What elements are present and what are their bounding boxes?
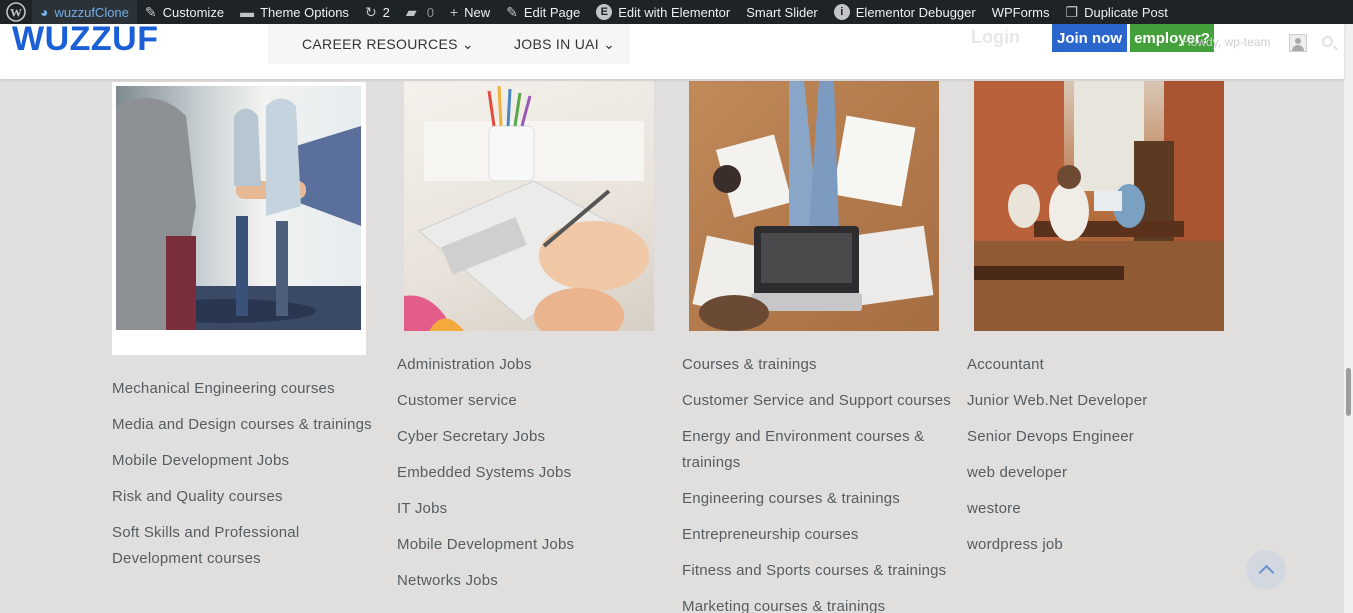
- edit-page-label: Edit Page: [523, 4, 581, 20]
- chevron-down-icon: ⌄: [461, 35, 474, 52]
- login-link[interactable]: Login: [971, 27, 1020, 48]
- svg-text:W: W: [10, 6, 22, 20]
- elementor-icon: E: [596, 4, 613, 20]
- list-item[interactable]: Mobile Development Jobs: [112, 448, 387, 474]
- pencil-icon: ✎: [506, 3, 518, 20]
- list-item[interactable]: wordpress job: [967, 532, 1227, 558]
- wordpress-logo-icon[interactable]: W: [0, 0, 32, 24]
- list-item[interactable]: Engineering courses & trainings: [682, 486, 952, 512]
- folder-icon: ▬: [240, 4, 255, 20]
- edit-elementor-link[interactable]: E Edit with Elementor: [588, 0, 738, 24]
- chevron-up-icon: [1258, 564, 1274, 581]
- theme-options-label: Theme Options: [260, 4, 349, 20]
- list-item[interactable]: Customer service: [397, 388, 667, 414]
- list-item[interactable]: Risk and Quality courses: [112, 484, 387, 510]
- nav-jobs-in-uai[interactable]: JOBS IN UAI ⌄: [514, 36, 615, 53]
- join-now-button[interactable]: Join now: [1052, 24, 1127, 52]
- nav-career-resources-label: CAREER RESOURCES: [302, 35, 458, 52]
- wpforms-label: WPForms: [991, 4, 1050, 20]
- plus-icon: +: [449, 4, 459, 20]
- list-item[interactable]: Senior Devops Engineer: [967, 424, 1227, 450]
- search-icon[interactable]: [1322, 36, 1333, 47]
- comment-icon: ▰: [405, 3, 417, 20]
- list-item[interactable]: Accountant: [967, 352, 1227, 378]
- smart-slider-label: Smart Slider: [746, 4, 818, 20]
- list-item[interactable]: Customer Service and Support courses: [682, 388, 952, 414]
- office-meeting-image: [974, 81, 1224, 331]
- list-item[interactable]: Marketing courses & trainings: [682, 594, 952, 613]
- comments-link[interactable]: ▰ 0: [398, 0, 442, 24]
- updates-link[interactable]: ↻ 2: [357, 0, 398, 24]
- designer-tablet-image: [404, 81, 654, 331]
- info-icon: i: [833, 4, 850, 20]
- list-item[interactable]: Courses & trainings: [682, 352, 952, 378]
- site-name-label: wuzzufClone: [54, 4, 129, 20]
- wpforms-link[interactable]: WPForms: [984, 0, 1058, 24]
- category-column-1: Mechanical Engineering courses Media and…: [112, 376, 387, 582]
- nav-career-resources[interactable]: CAREER RESOURCES ⌄: [302, 36, 474, 53]
- updates-count: 2: [382, 4, 390, 20]
- site-name-link[interactable]: ◕ wuzzufClone: [32, 0, 137, 24]
- updates-icon: ↻: [364, 3, 377, 20]
- list-item[interactable]: Cyber Secretary Jobs: [397, 424, 667, 450]
- edit-page-link[interactable]: ✎ Edit Page: [498, 0, 588, 24]
- list-item[interactable]: Fitness and Sports courses & trainings: [682, 558, 952, 584]
- duplicate-post-link[interactable]: ❐ Duplicate Post: [1058, 0, 1176, 24]
- list-item[interactable]: westore: [967, 496, 1227, 522]
- laptop-workspace-image: [689, 81, 939, 331]
- customize-label: Customize: [162, 4, 225, 20]
- smart-slider-link[interactable]: Smart Slider: [738, 0, 826, 24]
- list-item[interactable]: web developer: [967, 460, 1227, 486]
- list-item[interactable]: Energy and Environment courses & trainin…: [682, 424, 932, 476]
- list-item[interactable]: IT Jobs: [397, 496, 667, 522]
- list-item[interactable]: Mechanical Engineering courses: [112, 376, 387, 402]
- edit-elementor-label: Edit with Elementor: [618, 4, 731, 20]
- chevron-down-icon: ⌄: [603, 35, 616, 52]
- page-scrollbar[interactable]: [1344, 24, 1353, 613]
- customize-link[interactable]: ✎ Customize: [137, 0, 232, 24]
- list-item[interactable]: Embedded Systems Jobs: [397, 460, 667, 486]
- list-item[interactable]: Entrepreneurship courses: [682, 522, 952, 548]
- wp-admin-bar: W ◕ wuzzufClone ✎ Customize ▬ Theme Options…: [0, 0, 1353, 24]
- list-item[interactable]: Administration Jobs: [397, 352, 667, 378]
- comments-count: 0: [426, 4, 434, 20]
- category-column-3: Courses & trainings Customer Service and…: [682, 352, 952, 613]
- list-item[interactable]: Junior Web.Net Developer: [967, 388, 1227, 414]
- category-column-4: Accountant Junior Web.Net Developer Seni…: [967, 352, 1227, 568]
- elementor-debugger-link[interactable]: i Elementor Debugger: [826, 0, 984, 24]
- main-nav: CAREER RESOURCES ⌄ JOBS IN UAI ⌄: [268, 24, 630, 64]
- duplicate-post-label: Duplicate Post: [1084, 4, 1168, 20]
- dashboard-icon: ◕: [40, 4, 49, 20]
- new-label: New: [464, 4, 491, 20]
- scrollbar-thumb[interactable]: [1346, 368, 1351, 416]
- new-content-link[interactable]: + New: [442, 0, 498, 24]
- theme-options-link[interactable]: ▬ Theme Options: [232, 0, 357, 24]
- elementor-debugger-label: Elementor Debugger: [855, 4, 976, 20]
- nav-jobs-in-uai-label: JOBS IN UAI: [513, 35, 599, 52]
- site-header: WUZZUF CAREER RESOURCES ⌄ JOBS IN UAI ⌄ …: [0, 20, 1344, 79]
- scroll-to-top-button[interactable]: [1246, 550, 1286, 590]
- list-item[interactable]: Soft Skills and Professional Development…: [112, 520, 322, 572]
- list-item[interactable]: Mobile Development Jobs: [397, 532, 667, 558]
- list-item[interactable]: Networks Jobs: [397, 568, 667, 594]
- brush-icon: ✎: [144, 3, 157, 20]
- site-logo[interactable]: WUZZUF: [12, 20, 159, 59]
- category-column-2: Administration Jobs Customer service Cyb…: [397, 352, 667, 604]
- handshake-image: [116, 86, 361, 330]
- avatar[interactable]: [1289, 34, 1307, 52]
- howdy-text[interactable]: Howdy, wp-team: [1182, 35, 1270, 49]
- list-item[interactable]: Media and Design courses & trainings: [112, 412, 387, 438]
- duplicate-icon: ❐: [1065, 3, 1079, 20]
